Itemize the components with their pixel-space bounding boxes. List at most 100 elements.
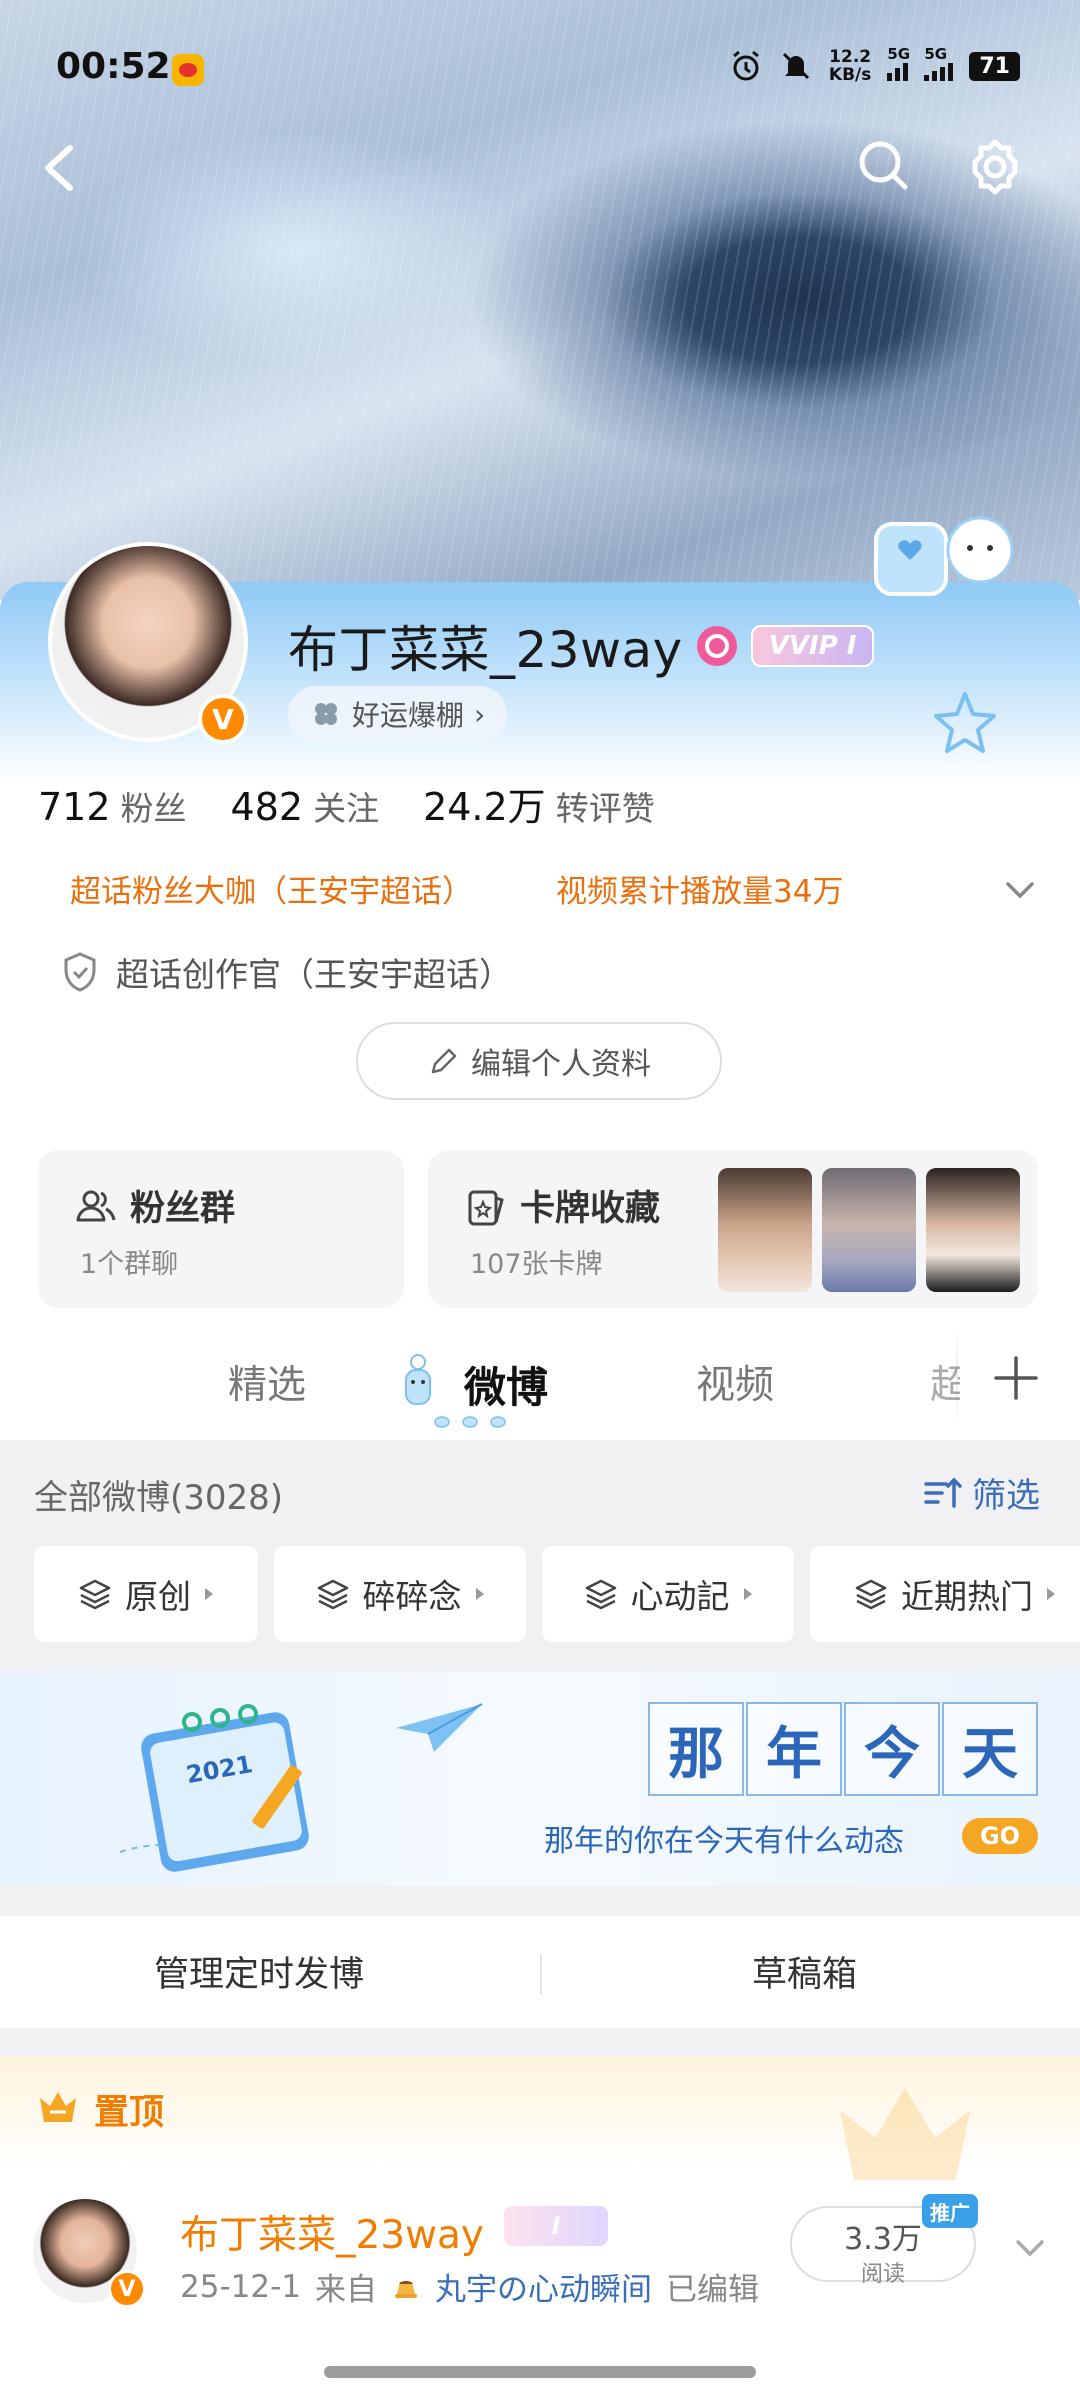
triangle-right-icon: [205, 1588, 213, 1600]
alarm-icon: [732, 50, 759, 81]
search-icon[interactable]: [852, 134, 916, 198]
shield-icon: [64, 952, 96, 992]
divider: [540, 1954, 542, 1994]
fans-group-sub: 1个群聊: [80, 1249, 179, 1280]
edit-profile-label: 编辑个人资料: [471, 1047, 651, 1082]
layers-icon: [585, 1579, 616, 1610]
manage-row: 管理定时发博 草稿箱: [0, 1916, 1080, 2028]
honor-video-plays[interactable]: 视频累计播放量34万: [556, 866, 843, 911]
star-icon: [934, 692, 996, 753]
calendar-icon: 2021: [120, 1704, 309, 1872]
fans-group-card[interactable]: 粉丝群 1个群聊: [38, 1150, 404, 1308]
top-nav: [0, 130, 1080, 210]
filter-label: 筛选: [972, 1476, 1040, 1516]
gear-icon[interactable]: [962, 134, 1028, 200]
drafts-button[interactable]: 草稿箱: [752, 1946, 857, 1997]
triangle-right-icon: [475, 1588, 484, 1600]
chip-trending[interactable]: 近期热门: [810, 1546, 1080, 1642]
status-time: 00:52: [56, 46, 171, 87]
sort-filter-icon: [924, 1477, 962, 1508]
stat-interactions[interactable]: 24.2万 转评赞: [423, 776, 655, 831]
username-row: 布丁菜菜_23way VVIP I: [288, 610, 875, 682]
all-weibo-count: 全部微博(3028): [34, 1478, 284, 1518]
triangle-right-icon: [1047, 1588, 1055, 1600]
scheduled-posts-button[interactable]: 管理定时发博: [154, 1946, 364, 1997]
mascot-icon: [405, 1354, 431, 1405]
paper-plane-icon: [396, 1703, 483, 1752]
chevron-down-icon[interactable]: [1008, 2226, 1052, 2270]
mute-bell-icon: [782, 52, 809, 80]
post-author[interactable]: 布丁菜菜_23way: [180, 2204, 484, 2260]
signal-sim1-icon: 5G: [887, 45, 910, 81]
signal-sim2-icon: 5G: [924, 45, 954, 81]
card-thumbnail[interactable]: [822, 1168, 916, 1292]
layers-icon: [317, 1579, 348, 1610]
battery-icon: 71: [969, 51, 1020, 81]
home-indicator[interactable]: [324, 2366, 756, 2378]
crown-watermark-icon: [840, 2088, 970, 2180]
edit-profile-button[interactable]: 编辑个人资料: [356, 1022, 722, 1100]
on-this-day-banner[interactable]: 2021 那 年 今 天 那年的你在今天有什么动态 GO: [0, 1672, 1080, 1886]
card-thumbnail[interactable]: [718, 1168, 812, 1292]
verified-v-icon: V: [108, 2270, 146, 2308]
superfan-badge-icon[interactable]: [696, 626, 737, 666]
card-collection-sub: 107张卡牌: [470, 1249, 603, 1280]
card-thumbnails: [718, 1168, 1020, 1292]
status-icons: 12.2 KB/s 5G 5G 71: [729, 45, 1020, 85]
post-meta: 25-12-1 来自 丸宇の心动瞬间 已编辑: [180, 2264, 759, 2309]
triangle-right-icon: [743, 1588, 752, 1600]
luck-status-pill[interactable]: 好运爆棚 ›: [288, 686, 508, 742]
chip-heartbeat[interactable]: 心动記: [542, 1546, 794, 1642]
post-edited: 已编辑: [666, 2272, 759, 2308]
creator-title-row[interactable]: 超话创作官（王安宇超话）: [60, 948, 512, 996]
back-arrow-icon[interactable]: [30, 136, 90, 200]
people-icon: [76, 1190, 116, 1221]
network-speed: 12.2 KB/s: [828, 47, 872, 85]
crown-icon: [40, 2092, 76, 2122]
promote-tag[interactable]: 推广: [922, 2194, 978, 2228]
card-collection-card[interactable]: 卡牌收藏 107张卡牌: [428, 1150, 1038, 1308]
tab-featured[interactable]: 精选: [228, 1354, 306, 1410]
profile-tabs: 精选 微博 视频 超话: [0, 1320, 1080, 1440]
stat-following[interactable]: 482 关注: [231, 782, 380, 830]
pinned-label: 置顶: [94, 2093, 165, 2133]
tab-active-indicator: [434, 1416, 506, 1428]
banner-title: 那 年 今 天: [648, 1702, 1040, 1796]
vip-mini-badge: I: [504, 2206, 608, 2246]
chip-ramble[interactable]: 碎碎念: [274, 1546, 526, 1642]
vvip-badge[interactable]: VVIP I: [750, 625, 875, 667]
go-button[interactable]: GO: [962, 1818, 1038, 1854]
chip-original[interactable]: 原创: [34, 1546, 258, 1642]
filter-button[interactable]: 筛选: [922, 1468, 1040, 1517]
avatar[interactable]: V: [38, 534, 258, 754]
plus-icon[interactable]: [990, 1352, 1042, 1404]
banner-subtitle: 那年的你在今天有什么动态: [544, 1824, 904, 1859]
card-collection-title: 卡牌收藏: [520, 1189, 661, 1229]
chevron-right-icon: ›: [474, 697, 486, 731]
stat-followers[interactable]: 712 粉丝: [38, 782, 187, 830]
post-date: 25-12-1: [180, 2268, 301, 2305]
honor-row: 超话粉丝大咖（王安宇超话） 视频累计播放量34万: [70, 866, 1050, 916]
chevron-down-icon[interactable]: [998, 868, 1042, 912]
weibo-notification-icon: [172, 54, 204, 86]
fans-group-title: 粉丝群: [130, 1189, 236, 1229]
status-bar: 00:52 12.2 KB/s 5G 5G 71: [0, 0, 1080, 140]
honor-superfan[interactable]: 超话粉丝大咖（王安宇超话）: [70, 866, 473, 911]
tab-video[interactable]: 视频: [696, 1354, 774, 1410]
layers-icon: [79, 1579, 111, 1610]
stats-row: 712 粉丝 482 关注 24.2万 转评赞: [38, 776, 655, 831]
post-source-link[interactable]: 丸宇の心动瞬间: [435, 2264, 652, 2309]
category-chips: 原创 碎碎念 心动記 近期热门: [34, 1546, 1080, 1642]
pudding-icon: [395, 2280, 417, 2298]
creator-title: 超话创作官（王安宇超话）: [116, 955, 512, 994]
tab-weibo[interactable]: 微博: [464, 1354, 548, 1415]
post-from: 来自: [315, 2272, 377, 2308]
tab-divider: [956, 1326, 958, 1426]
clover-icon: [315, 703, 337, 725]
card-thumbnail[interactable]: [926, 1168, 1020, 1292]
verified-v-icon: V: [198, 694, 248, 744]
sticker-decoration-icon: [874, 516, 1014, 596]
pinned-post: 置顶 V 布丁菜菜_23way I 25-12-1 来自 丸宇の心动瞬间 已编辑…: [0, 2056, 1080, 2400]
luck-status-label: 好运爆棚: [352, 699, 465, 732]
pencil-icon: [431, 1048, 457, 1074]
